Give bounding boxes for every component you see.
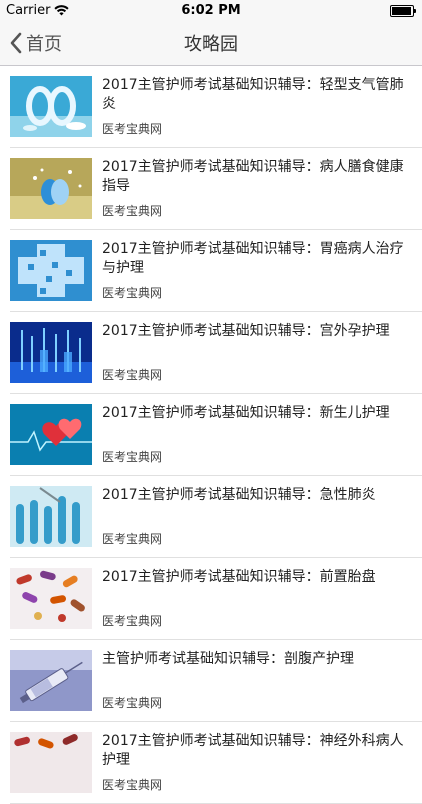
article-thumbnail xyxy=(10,240,92,301)
article-thumbnail xyxy=(10,322,92,383)
article-source: 医考宝典网 xyxy=(102,286,163,300)
battery-fill xyxy=(392,7,411,15)
article-title: 2017主管护师考试基础知识辅导：神经外科病人护理 xyxy=(102,733,404,768)
article-source: 医考宝典网 xyxy=(102,204,163,218)
article-item[interactable]: 2017主管护师考试基础知识辅导：新生儿护理 医考宝典网 xyxy=(10,394,422,476)
article-thumbnail xyxy=(10,158,92,219)
article-thumbnail xyxy=(10,76,92,137)
article-title: 2017主管护师考试基础知识辅导：新生儿护理 xyxy=(102,405,390,421)
article-item[interactable]: 2017主管护师考试基础知识辅导：宫外孕护理 医考宝典网 xyxy=(10,312,422,394)
article-title: 2017主管护师考试基础知识辅导：宫外孕护理 xyxy=(102,323,390,339)
article-source: 医考宝典网 xyxy=(102,450,163,464)
article-item[interactable]: 2017主管护师考试基础知识辅导：轻型支气管肺炎医考宝典网 xyxy=(10,66,422,148)
article-item[interactable]: 2017主管护师考试基础知识辅导：胃癌病人治疗与护理医考宝典网 xyxy=(10,230,422,312)
chevron-left-icon xyxy=(10,32,22,53)
article-item[interactable]: 2017主管护师考试基础知识辅导：前置胎盘 医考宝典网 xyxy=(10,558,422,640)
article-item[interactable]: 主管护师考试基础知识辅导：剖腹产护理 医考宝典网 xyxy=(10,640,422,722)
back-button[interactable]: 首页 xyxy=(10,20,62,65)
article-thumbnail xyxy=(10,568,92,629)
article-source: 医考宝典网 xyxy=(102,532,163,546)
navigation-bar: 首页 攻略园 xyxy=(0,20,422,66)
article-list: 2017主管护师考试基础知识辅导：轻型支气管肺炎医考宝典网 2017主管护师考试… xyxy=(0,66,422,804)
article-title: 2017主管护师考试基础知识辅导：胃癌病人治疗与护理 xyxy=(102,241,404,276)
article-source: 医考宝典网 xyxy=(102,614,163,628)
article-thumbnail xyxy=(10,650,92,711)
article-source: 医考宝典网 xyxy=(102,778,163,792)
article-title: 2017主管护师考试基础知识辅导：前置胎盘 xyxy=(102,569,376,585)
article-thumbnail xyxy=(10,486,92,547)
article-title: 2017主管护师考试基础知识辅导：病人膳食健康指导 xyxy=(102,159,404,194)
article-title: 2017主管护师考试基础知识辅导：急性肺炎 xyxy=(102,487,376,503)
status-bar: Carrier 6:02 PM xyxy=(0,0,422,20)
page-title: 攻略园 xyxy=(184,33,238,55)
article-item[interactable]: 2017主管护师考试基础知识辅导：病人膳食健康指导医考宝典网 xyxy=(10,148,422,230)
article-title: 主管护师考试基础知识辅导：剖腹产护理 xyxy=(102,651,354,667)
article-thumbnail xyxy=(10,404,92,465)
article-title: 2017主管护师考试基础知识辅导：轻型支气管肺炎 xyxy=(102,77,404,112)
status-time: 6:02 PM xyxy=(181,3,241,18)
back-label: 首页 xyxy=(26,33,62,55)
article-source: 医考宝典网 xyxy=(102,122,163,136)
article-source: 医考宝典网 xyxy=(102,696,163,710)
article-item[interactable]: 2017主管护师考试基础知识辅导：神经外科病人护理医考宝典网 xyxy=(10,722,422,804)
article-item[interactable]: 2017主管护师考试基础知识辅导：急性肺炎 医考宝典网 xyxy=(10,476,422,558)
article-thumbnail xyxy=(10,732,92,793)
battery-icon xyxy=(390,5,416,17)
article-source: 医考宝典网 xyxy=(102,368,163,382)
